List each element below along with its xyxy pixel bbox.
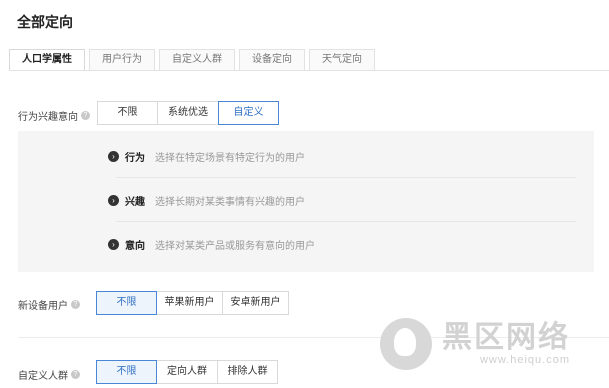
panel-option-name: 意向 <box>125 241 145 252</box>
new-device-option-unlimited[interactable]: 不限 <box>96 291 157 315</box>
watermark-logo-icon <box>380 318 432 370</box>
new-device-user-label-text: 新设备用户 <box>18 301 68 312</box>
question-icon[interactable]: ? <box>71 300 80 309</box>
watermark-url: www.heiqu.com <box>479 354 570 366</box>
behavior-option-system-optimized[interactable]: 系统优选 <box>157 101 219 125</box>
behavior-interest-label: 行为兴趣意向 ? <box>18 108 90 123</box>
tab-bar: 人口学属性 用户行为 自定义人群 设备定向 天气定向 <box>9 49 379 71</box>
panel-option-desc: 选择长期对某类事情有兴趣的用户 <box>155 197 305 208</box>
watermark-text: 黑区网络 www.heiqu.com <box>442 321 570 367</box>
panel-option-name: 行为 <box>125 153 145 164</box>
custom-audience-option-targeted[interactable]: 定向人群 <box>156 360 218 384</box>
custom-audience-label: 自定义人群 ? <box>18 367 80 382</box>
tab-device-targeting[interactable]: 设备定向 <box>239 49 305 71</box>
tab-underline <box>9 70 609 71</box>
behavior-option-unlimited[interactable]: 不限 <box>97 101 158 125</box>
custom-audience-option-excluded[interactable]: 排除人群 <box>217 360 278 384</box>
tab-custom-audience[interactable]: 自定义人群 <box>159 49 235 71</box>
question-icon[interactable]: ? <box>71 370 80 379</box>
new-device-option-apple[interactable]: 苹果新用户 <box>156 291 223 315</box>
new-device-user-selector: 不限 苹果新用户 安卓新用户 <box>96 291 289 315</box>
panel-option-desc: 选择对某类产品或服务有意向的用户 <box>155 241 315 252</box>
new-device-option-android[interactable]: 安卓新用户 <box>222 291 289 315</box>
page-title: 全部定向 <box>17 14 73 30</box>
tab-demographics[interactable]: 人口学属性 <box>9 49 85 71</box>
panel-option-interest[interactable]: › 兴趣 选择长期对某类事情有兴趣的用户 <box>108 193 305 208</box>
custom-audience-option-unlimited[interactable]: 不限 <box>96 360 157 384</box>
behavior-interest-panel: › 行为 选择在特定场景有特定行为的用户 › 兴趣 选择长期对某类事情有兴趣的用… <box>18 131 594 272</box>
panel-option-intent[interactable]: › 意向 选择对某类产品或服务有意向的用户 <box>108 237 315 252</box>
panel-option-behavior[interactable]: › 行为 选择在特定场景有特定行为的用户 <box>108 149 305 164</box>
chevron-right-icon: › <box>108 239 119 250</box>
custom-audience-selector: 不限 定向人群 排除人群 <box>96 360 278 384</box>
behavior-interest-selector: 不限 系统优选 自定义 <box>97 101 279 125</box>
panel-option-name: 兴趣 <box>125 197 145 208</box>
behavior-option-custom[interactable]: 自定义 <box>218 101 279 125</box>
panel-option-desc: 选择在特定场景有特定行为的用户 <box>155 153 305 164</box>
tab-user-behavior[interactable]: 用户行为 <box>89 49 155 71</box>
watermark: 黑区网络 www.heiqu.com <box>380 318 570 370</box>
behavior-interest-label-text: 行为兴趣意向 <box>18 112 78 123</box>
watermark-brand: 黑区网络 <box>442 321 570 354</box>
chevron-right-icon: › <box>108 151 119 162</box>
chevron-right-icon: › <box>108 195 119 206</box>
panel-divider <box>116 177 576 178</box>
new-device-user-label: 新设备用户 ? <box>18 297 80 312</box>
question-icon[interactable]: ? <box>81 111 90 120</box>
tab-weather-targeting[interactable]: 天气定向 <box>309 49 375 71</box>
panel-divider <box>116 221 576 222</box>
custom-audience-label-text: 自定义人群 <box>18 371 68 382</box>
